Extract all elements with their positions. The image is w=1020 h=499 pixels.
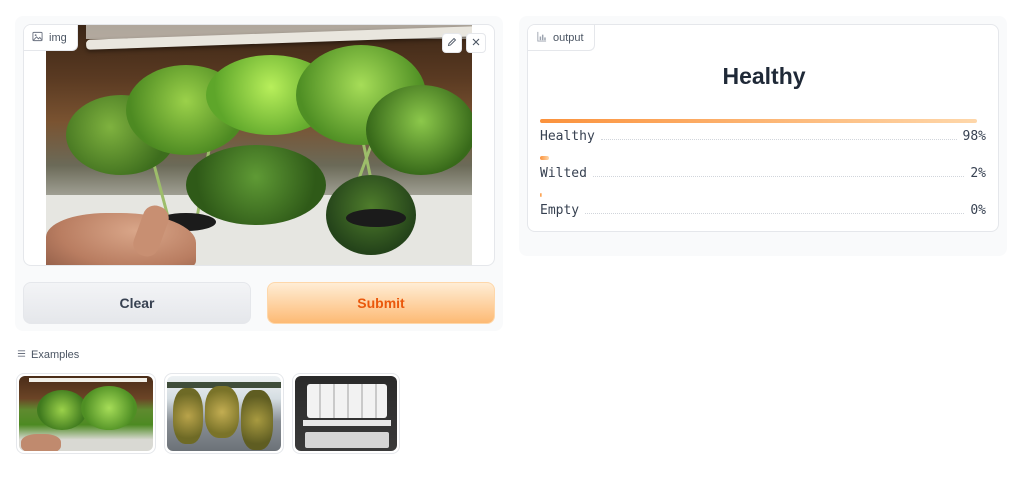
healthy-kale-thumbnail — [19, 376, 153, 451]
edit-image-button[interactable] — [442, 33, 462, 53]
output-panel: output Healthy Healthy 98% Wilted 2% Emp… — [519, 16, 1007, 256]
submit-button[interactable]: Submit — [267, 282, 495, 324]
confidence-label: Empty — [540, 203, 580, 218]
confidence-row: Wilted 2% — [540, 156, 986, 181]
close-icon — [471, 34, 481, 52]
empty-planter-thumbnail — [295, 376, 397, 451]
predicted-label: Healthy — [722, 63, 806, 89]
confidence-label: Wilted — [540, 166, 587, 181]
bar-chart-icon — [536, 31, 547, 45]
output-label-text: output — [553, 31, 584, 44]
examples-label-text: Examples — [31, 349, 80, 361]
example-empty-planter[interactable] — [292, 373, 400, 454]
example-wilted-plants[interactable] — [164, 373, 284, 454]
wilted-plants-thumbnail — [167, 376, 281, 451]
list-icon — [17, 349, 26, 361]
confidence-value: 2% — [970, 166, 986, 181]
confidence-bar — [540, 156, 549, 160]
confidence-value: 0% — [970, 203, 986, 218]
example-healthy-kale[interactable] — [16, 373, 156, 454]
image-input-label: img — [24, 25, 78, 51]
confidence-bar — [540, 119, 978, 123]
confidence-label: Healthy — [540, 129, 595, 144]
pencil-icon — [447, 34, 457, 52]
uploaded-kale-photo — [46, 25, 472, 265]
clear-button[interactable]: Clear — [23, 282, 251, 324]
confidence-row: Healthy 98% — [540, 119, 986, 144]
remove-image-button[interactable] — [466, 33, 486, 53]
image-icon — [32, 31, 43, 45]
image-input-label-text: img — [49, 31, 67, 44]
image-input[interactable]: img — [23, 24, 495, 266]
confidence-value: 98% — [962, 129, 986, 144]
confidence-row: Empty 0% — [540, 193, 986, 218]
input-panel: img Clear Submit — [15, 16, 503, 331]
output-label: output — [528, 25, 595, 51]
label-output: output Healthy Healthy 98% Wilted 2% Emp… — [527, 24, 999, 232]
examples-header: Examples — [17, 349, 79, 361]
confidence-bar — [540, 193, 542, 197]
